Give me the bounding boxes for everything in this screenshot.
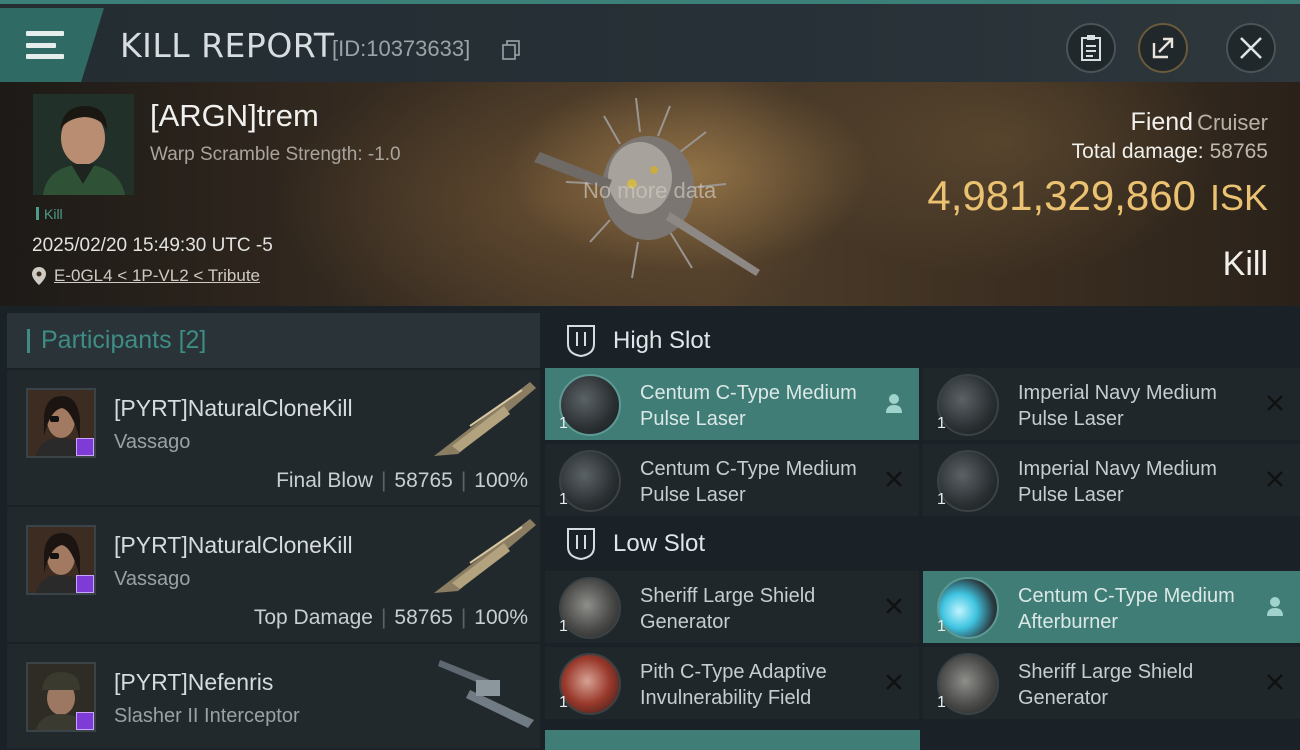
fitting-panel: High Slot 1 Centum C-Type Medium Pulse L… (545, 313, 1300, 750)
close-icon[interactable] (1264, 671, 1286, 693)
kill-datetime: 2025/02/20 15:49:30 UTC -5 (32, 235, 273, 256)
kill-location[interactable]: E-0GL4 < 1P-VL2 < Tribute (32, 266, 260, 286)
share-button[interactable] (1138, 23, 1188, 73)
kill-summary-banner: [ARGN]trem Warp Scramble Strength: -1.0 … (0, 82, 1300, 306)
isk-value: 4,981,329,860 ISK (927, 172, 1268, 219)
participant-ship-image (434, 382, 536, 456)
module-qty: 1 (937, 415, 946, 432)
module-name: Centum C-Type Medium Pulse Laser (640, 458, 857, 506)
module-name: Imperial Navy Medium Pulse Laser (1018, 458, 1217, 506)
participant-ship-image (438, 660, 534, 728)
low-slot-grid: 1 Sheriff Large Shield Generator 1 Centu… (545, 571, 1300, 719)
close-icon[interactable] (883, 468, 905, 490)
result-label: Kill (1222, 245, 1268, 283)
module-name: Centum C-Type Medium Afterburner (1018, 585, 1235, 633)
report-id: [ID:10373633] (332, 36, 471, 61)
participants-header: Participants [2] (7, 313, 540, 368)
module-name: Sheriff Large Shield Generator (640, 585, 816, 633)
high-slot-header: High Slot (545, 313, 1300, 368)
location-pin-icon (32, 267, 46, 285)
module-name: Sheriff Large Shield Generator (1018, 661, 1194, 709)
module-item[interactable]: 1 Imperial Navy Medium Pulse Laser (923, 368, 1300, 440)
module-item[interactable]: 1 Centum C-Type Medium Pulse Laser (545, 444, 919, 516)
close-button[interactable] (1226, 23, 1276, 73)
corp-badge-icon (76, 712, 94, 730)
participant-ship: Slasher II Interceptor (114, 705, 300, 727)
participant-row[interactable]: [PYRT]NaturalCloneKill Vassago Final Blo… (7, 368, 540, 505)
participant-stats: Final Blow | 58765 | 100% (276, 469, 528, 492)
next-module-partial (545, 730, 920, 750)
module-item[interactable]: 1 Imperial Navy Medium Pulse Laser (923, 444, 1300, 516)
portrait-image (33, 94, 134, 195)
module-name: Imperial Navy Medium Pulse Laser (1018, 382, 1217, 430)
module-item[interactable]: 1 Centum C-Type Medium Afterburner (923, 571, 1300, 643)
no-data-label: No more data (583, 178, 717, 203)
page-title: KILL REPORT (120, 26, 335, 65)
module-qty: 1 (559, 618, 568, 635)
laser-module-icon (559, 450, 621, 512)
low-slot-header: Low Slot (545, 516, 1300, 571)
close-icon[interactable] (1264, 392, 1286, 414)
invulnerability-field-icon (559, 653, 621, 715)
laser-module-icon (937, 450, 999, 512)
victim-name[interactable]: [ARGN]trem (150, 98, 319, 134)
module-name: Centum C-Type Medium Pulse Laser (640, 382, 857, 430)
user-icon[interactable] (883, 392, 905, 414)
participant-name[interactable]: [PYRT]NaturalCloneKill (114, 395, 353, 422)
corp-badge-icon (76, 438, 94, 456)
module-item[interactable]: 1 Centum C-Type Medium Pulse Laser (545, 368, 919, 440)
copy-icon[interactable] (502, 40, 520, 60)
total-damage: Total damage: 58765 (1071, 140, 1268, 163)
module-qty: 1 (937, 491, 946, 508)
participant-row[interactable]: [PYRT]Nefenris Slasher II Interceptor (7, 642, 540, 748)
participant-ship-image (434, 519, 536, 593)
module-name: Pith C-Type Adaptive Invulnerability Fie… (640, 661, 827, 709)
module-qty: 1 (559, 694, 568, 711)
hamburger-icon (26, 31, 64, 59)
low-slot-icon (567, 527, 595, 560)
module-qty: 1 (559, 415, 568, 432)
participant-row[interactable]: [PYRT]NaturalCloneKill Vassago Top Damag… (7, 505, 540, 642)
module-item[interactable]: 1 Pith C-Type Adaptive Invulnerability F… (545, 647, 919, 719)
kill-tag: Kill (36, 206, 63, 222)
top-bar: KILL REPORT [ID:10373633] (0, 0, 1300, 82)
participants-panel: Participants [2] [PYRT]NaturalCloneKill … (7, 313, 540, 750)
participant-ship: Vassago (114, 568, 191, 590)
menu-button[interactable] (0, 8, 104, 82)
location-link[interactable]: E-0GL4 < 1P-VL2 < Tribute (54, 266, 260, 286)
laser-module-icon (937, 374, 999, 436)
close-icon (1240, 37, 1262, 59)
close-icon[interactable] (883, 595, 905, 617)
high-slot-grid: 1 Centum C-Type Medium Pulse Laser 1 Imp… (545, 368, 1300, 516)
shield-module-icon (559, 577, 621, 639)
participant-ship: Vassago (114, 431, 191, 453)
close-icon[interactable] (1264, 468, 1286, 490)
participant-name[interactable]: [PYRT]Nefenris (114, 669, 273, 696)
clipboard-button[interactable] (1066, 23, 1116, 73)
warp-scramble-strength: Warp Scramble Strength: -1.0 (150, 144, 401, 165)
corp-badge-icon (76, 575, 94, 593)
module-item[interactable]: 1 Sheriff Large Shield Generator (545, 571, 919, 643)
shield-module-icon (937, 653, 999, 715)
clipboard-icon (1081, 35, 1101, 61)
user-icon[interactable] (1264, 595, 1286, 617)
participant-stats: Top Damage | 58765 | 100% (253, 606, 528, 629)
afterburner-module-icon (937, 577, 999, 639)
module-item[interactable]: 1 Sheriff Large Shield Generator (923, 647, 1300, 719)
close-icon[interactable] (883, 671, 905, 693)
participants-count: [2] (178, 326, 207, 354)
module-qty: 1 (937, 618, 946, 635)
laser-module-icon (559, 374, 621, 436)
victim-ship[interactable]: Fiend Cruiser (1131, 108, 1268, 137)
ship-class: Cruiser (1197, 110, 1268, 135)
victim-portrait[interactable] (33, 94, 134, 195)
share-icon (1152, 37, 1174, 59)
module-qty: 1 (937, 694, 946, 711)
module-qty: 1 (559, 491, 568, 508)
participant-name[interactable]: [PYRT]NaturalCloneKill (114, 532, 353, 559)
high-slot-icon (567, 324, 595, 357)
